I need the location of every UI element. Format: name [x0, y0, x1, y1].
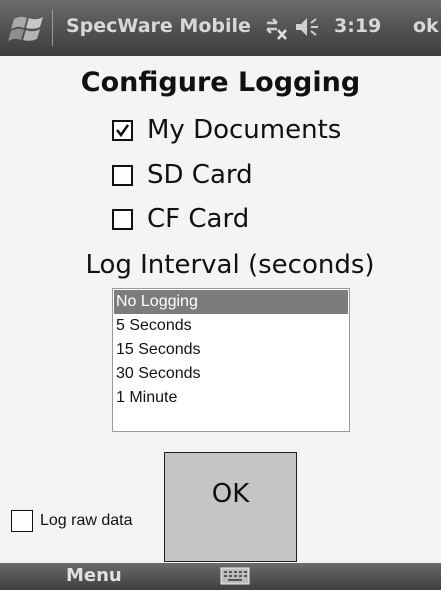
my-documents-label: My Documents [147, 115, 342, 145]
sd-card-label: SD Card [147, 160, 253, 190]
list-item[interactable]: 30 Seconds [114, 362, 348, 386]
cf-card-checkbox[interactable] [112, 208, 133, 230]
title-separator [52, 10, 53, 46]
title-bar: SpecWare Mobile 3:19 ok [0, 0, 441, 56]
my-documents-option[interactable]: My Documents [112, 113, 341, 147]
soft-key-bar: Menu [0, 563, 441, 590]
list-item[interactable]: 5 Seconds [114, 314, 348, 338]
clock[interactable]: 3:19 [334, 15, 381, 37]
dialog-heading: Configure Logging [80, 67, 361, 98]
list-item[interactable]: 1 Minute [114, 386, 348, 410]
log-interval-label: Log Interval (seconds) [85, 250, 375, 280]
cf-card-label: CF Card [147, 204, 250, 234]
checkmark-icon [116, 123, 130, 137]
windows-start-icon[interactable] [8, 11, 48, 45]
sd-card-option[interactable]: SD Card [112, 158, 253, 192]
menu-softkey[interactable]: Menu [66, 565, 122, 586]
ok-button[interactable]: OK [164, 452, 297, 562]
my-documents-checkbox[interactable] [112, 119, 133, 141]
log-interval-list[interactable]: No Logging 5 Seconds 15 Seconds 30 Secon… [112, 288, 350, 432]
title-ok-button[interactable]: ok [413, 15, 439, 37]
app-title: SpecWare Mobile [66, 15, 251, 37]
log-raw-data-label[interactable]: Log raw data [40, 512, 133, 530]
cf-card-option[interactable]: CF Card [112, 202, 249, 236]
sd-card-checkbox[interactable] [112, 164, 133, 186]
log-raw-data-checkbox[interactable] [11, 510, 33, 532]
volume-icon[interactable] [294, 15, 324, 39]
connectivity-icon[interactable] [263, 13, 289, 41]
list-item[interactable]: No Logging [114, 290, 348, 314]
list-item[interactable]: 15 Seconds [114, 338, 348, 362]
keyboard-icon[interactable] [220, 567, 250, 585]
